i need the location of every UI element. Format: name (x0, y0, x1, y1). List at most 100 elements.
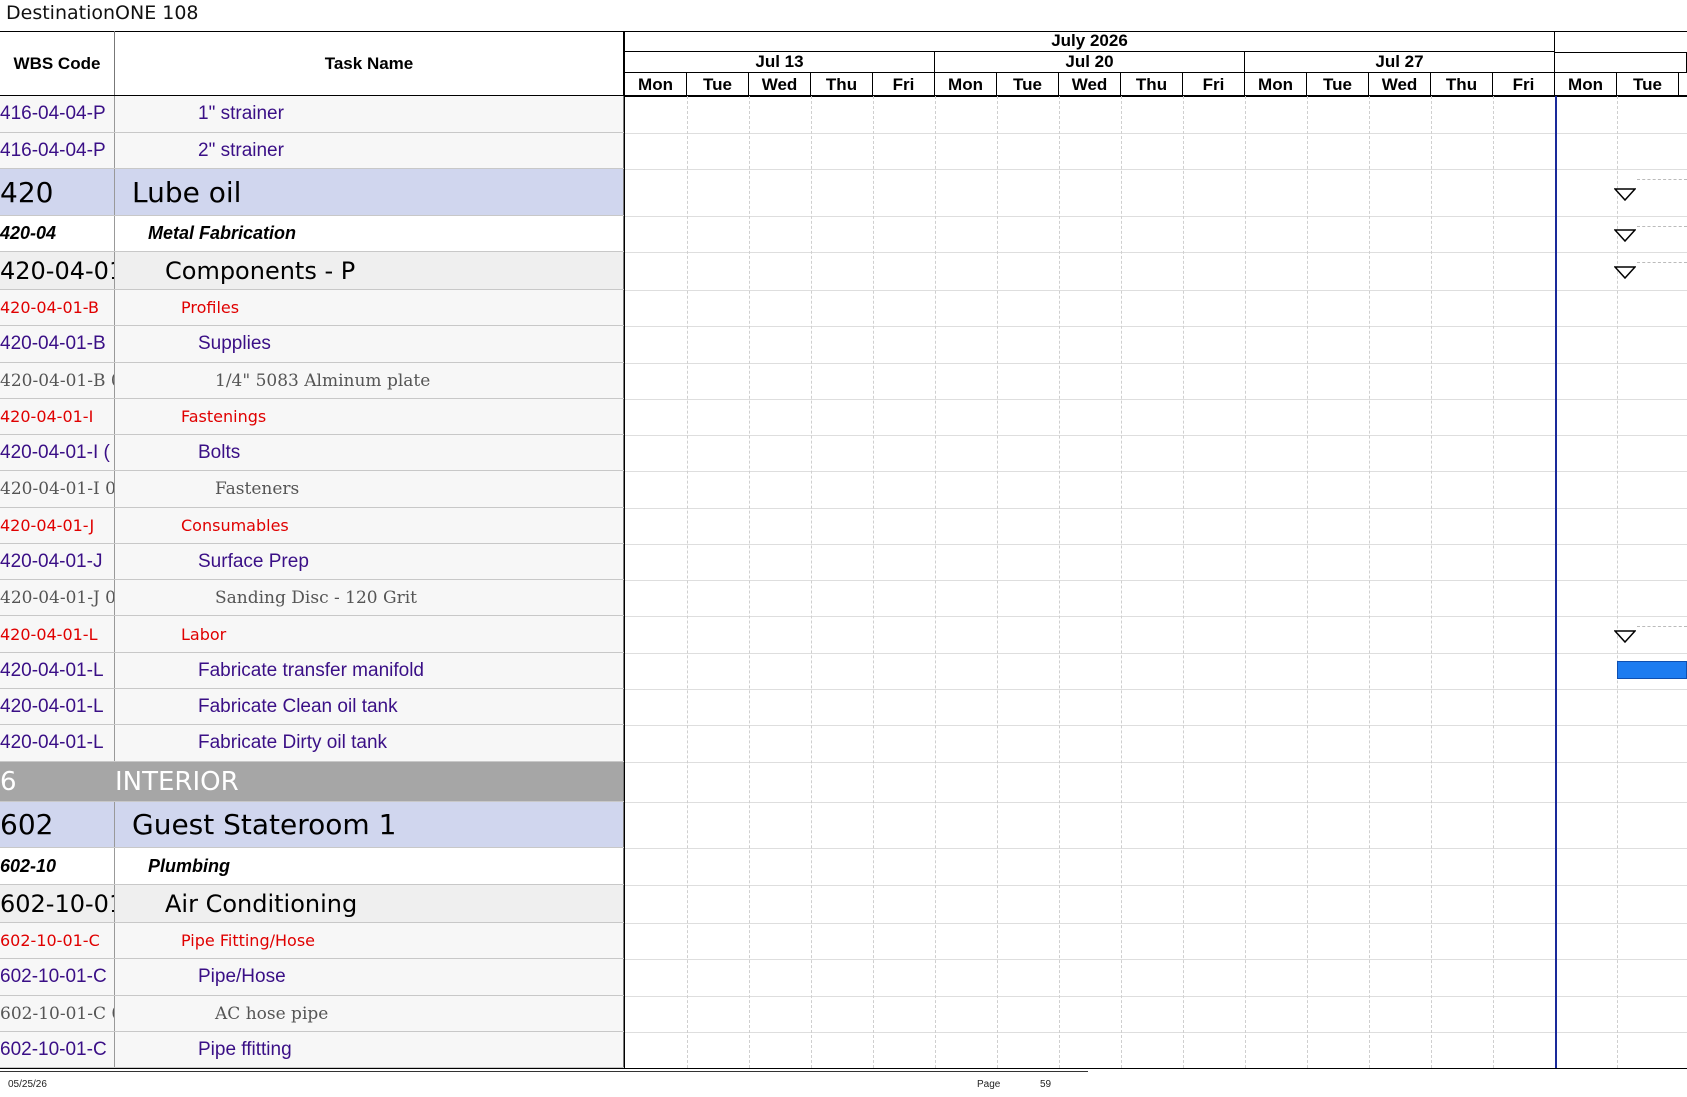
table-row[interactable]: 420-04-01-L Fabricate transfer manifold (0, 653, 624, 689)
wbs-code-cell: 6 (0, 766, 17, 797)
table-row[interactable]: 420-04-01-J Consumables (0, 508, 624, 544)
wbs-code-cell: 420-04-01-J 01 (0, 580, 115, 615)
task-name-cell[interactable]: INTERIOR (115, 762, 624, 801)
table-row[interactable]: 420-04-01-B Profiles (0, 290, 624, 326)
timescale-day: Wed (1059, 73, 1121, 96)
gantt-day-line (1245, 96, 1246, 1068)
summary-rollup-line (1637, 262, 1687, 263)
gantt-row-line (625, 363, 1687, 364)
task-name-cell[interactable]: Lube oil (115, 169, 624, 215)
gantt-row-line (625, 616, 1687, 617)
wbs-code-header[interactable]: WBS Code (0, 31, 115, 96)
gantt-row-line (625, 802, 1687, 803)
wbs-code-cell: 420-04-01-I (0, 399, 115, 434)
gantt-row-line (625, 216, 1687, 217)
gantt-row-line (625, 133, 1687, 134)
timescale-week: Jul 20 (935, 52, 1245, 73)
timescale-day: Tue (1307, 73, 1369, 96)
summary-marker-icon (1614, 266, 1636, 280)
task-name-cell[interactable]: Consumables (115, 508, 624, 543)
timescale-day: Thu (811, 73, 873, 96)
summary-rollup-line (1637, 226, 1687, 227)
task-name-cell[interactable]: Bolts (115, 435, 624, 470)
task-name-cell[interactable]: Profiles (115, 290, 624, 325)
table-row[interactable]: 420-04-01-B Supplies (0, 326, 624, 363)
table-row[interactable]: 602-10-01-C Pipe/Hose (0, 959, 624, 996)
table-row[interactable]: 420-04-01-J Surface Prep (0, 544, 624, 580)
task-name-cell[interactable]: Fasteners (115, 471, 624, 507)
gantt-row-line (625, 508, 1687, 509)
task-name-cell[interactable]: Fabricate transfer manifold (115, 653, 624, 688)
table-row[interactable]: 420-04-01 Components - P (0, 252, 624, 290)
table-row[interactable]: 416-04-04-P 2" strainer (0, 133, 624, 169)
task-name-cell[interactable]: Metal Fabrication (115, 216, 624, 251)
table-row[interactable]: 6 INTERIOR (0, 762, 624, 802)
task-name-cell[interactable]: Pipe/Hose (115, 959, 624, 995)
table-row[interactable]: 420-04-01-L Fabricate Clean oil tank (0, 689, 624, 725)
table-row[interactable]: 420-04 Metal Fabrication (0, 216, 624, 252)
timescale-day: Tue (997, 73, 1059, 96)
table-row[interactable]: 420-04-01-B 0 1/4" 5083 Alminum plate (0, 363, 624, 399)
gantt-day-line (1183, 96, 1184, 1068)
gantt-day-line (749, 96, 750, 1068)
task-name-cell[interactable]: Labor (115, 616, 624, 652)
wbs-code-cell: 420-04-01-L (0, 689, 115, 724)
gantt-day-line (811, 96, 812, 1068)
task-name-cell[interactable]: Air Conditioning (115, 885, 624, 922)
table-row[interactable]: 602-10-01-C Pipe Fitting/Hose (0, 923, 624, 959)
gantt-day-line (687, 96, 688, 1068)
document-title: DestinationONE 108 (6, 2, 199, 24)
table-row[interactable]: 420-04-01-I (Bolts (0, 435, 624, 471)
table-row[interactable]: 420 Lube oil (0, 169, 624, 216)
table-row[interactable]: 602-10 Plumbing (0, 848, 624, 885)
gantt-day-line (1369, 96, 1370, 1068)
gantt-day-line (1121, 96, 1122, 1068)
table-row[interactable]: 420-04-01-L Fabricate Dirty oil tank (0, 725, 624, 762)
task-name-cell[interactable]: Pipe Fitting/Hose (115, 923, 624, 958)
task-name-cell[interactable]: Surface Prep (115, 544, 624, 579)
table-row[interactable]: 420-04-01-I Fastenings (0, 399, 624, 435)
gantt-row-line (625, 885, 1687, 886)
wbs-code-cell: 420-04-01 (0, 252, 115, 289)
timescale-day: Thu (1121, 73, 1183, 96)
task-bar[interactable] (1617, 661, 1687, 679)
task-name-cell[interactable]: 2" strainer (115, 133, 624, 168)
table-row[interactable]: 602-10-01-C 0 AC hose pipe (0, 996, 624, 1032)
gantt-row-line (625, 848, 1687, 849)
gantt-row-line (625, 326, 1687, 327)
table-row[interactable]: 602-10-01 Air Conditioning (0, 885, 624, 923)
task-name-cell[interactable]: Guest Stateroom 1 (115, 802, 624, 847)
table-row[interactable]: 416-04-04-P 1" strainer (0, 96, 624, 133)
table-row[interactable]: 420-04-01-L Labor (0, 616, 624, 653)
table-row[interactable]: 420-04-01-I 01 Fasteners (0, 471, 624, 508)
table-row[interactable]: 602-10-01-C Pipe ffitting (0, 1032, 624, 1068)
wbs-code-cell: 602-10 (0, 848, 115, 884)
gantt-row-line (625, 580, 1687, 581)
task-name-header[interactable]: Task Name (115, 31, 624, 96)
task-name-cell[interactable]: 1/4" 5083 Alminum plate (115, 363, 624, 398)
wbs-code-cell: 420-04-01-J (0, 508, 115, 543)
table-row[interactable]: 420-04-01-J 01 Sanding Disc - 120 Grit (0, 580, 624, 616)
timescale-day: Tue (687, 73, 749, 96)
task-name-cell[interactable]: Fabricate Clean oil tank (115, 689, 624, 724)
gantt-row-line (625, 290, 1687, 291)
status-date-line (1555, 96, 1557, 1068)
task-name-cell[interactable]: Fastenings (115, 399, 624, 434)
gantt-day-line (935, 96, 936, 1068)
table-row[interactable]: 602 Guest Stateroom 1 (0, 802, 624, 848)
table-bottom-rule (0, 1068, 1687, 1069)
wbs-code-cell: 602-10-01-C (0, 1032, 115, 1067)
task-name-cell[interactable]: Sanding Disc - 120 Grit (115, 580, 624, 615)
summary-marker-icon (1614, 229, 1636, 243)
task-name-cell[interactable]: 1" strainer (115, 96, 624, 132)
task-name-cell[interactable]: Plumbing (115, 848, 624, 884)
task-name-cell[interactable]: Components - P (115, 252, 624, 289)
task-name-cell[interactable]: Pipe ffitting (115, 1032, 624, 1067)
task-name-cell[interactable]: Supplies (115, 326, 624, 362)
task-name-cell[interactable]: Fabricate Dirty oil tank (115, 725, 624, 761)
task-name-cell[interactable]: AC hose pipe (115, 996, 624, 1031)
gantt-day-line (997, 96, 998, 1068)
timescale-day: Mon (1245, 73, 1307, 96)
wbs-code-cell: 602-10-01 (0, 885, 115, 922)
gantt-row-line (625, 1032, 1687, 1033)
